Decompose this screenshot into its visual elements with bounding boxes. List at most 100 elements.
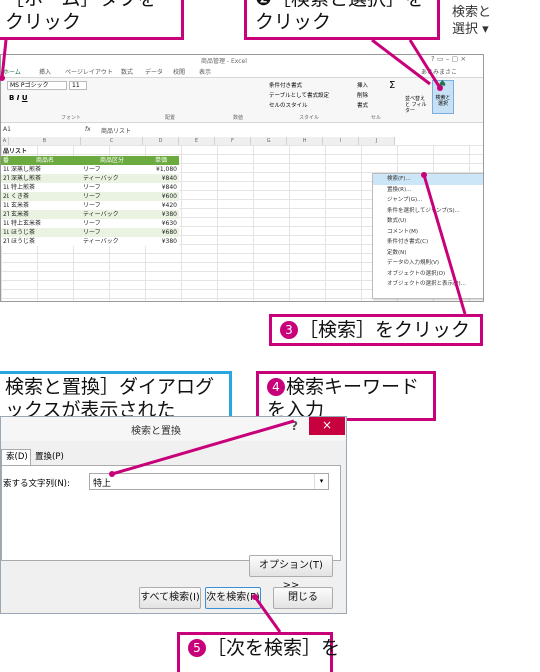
menu-item[interactable]: 置換(R)... (373, 185, 483, 196)
tab-replace[interactable]: 置換(P) (35, 450, 64, 464)
table-cell[interactable]: 深蒸し煎茶 (9, 174, 81, 183)
table-cell[interactable]: ティーバック (81, 237, 143, 246)
menu-item[interactable]: データの入力規則(V) (373, 258, 483, 269)
insert-btn[interactable]: 挿入 (357, 81, 368, 89)
table-title[interactable]: 品リスト (1, 147, 29, 156)
table-cell[interactable]: ¥600 (143, 192, 179, 201)
menu-item[interactable]: 数式(U) (373, 216, 483, 227)
options-button[interactable]: オプション(T) >> (249, 555, 333, 591)
close-icon[interactable]: × (309, 417, 345, 435)
table-cell[interactable]: 1L (1, 183, 9, 192)
format-btn[interactable]: 書式 (357, 101, 368, 109)
table-cell[interactable]: 2T (1, 210, 9, 219)
table-cell[interactable]: ¥840 (143, 183, 179, 192)
conditional-format-btn[interactable]: 条件付き書式 (269, 81, 302, 89)
col-header-F[interactable]: F (215, 137, 251, 145)
menu-item[interactable]: コメント(M) (373, 227, 483, 238)
close-button[interactable]: 閉じる (273, 587, 333, 609)
table-cell[interactable]: リーフ (81, 183, 143, 192)
col-header-I[interactable]: I (323, 137, 359, 145)
table-cell[interactable]: 2T (1, 237, 9, 246)
table-cell[interactable]: 1L (1, 228, 9, 237)
search-input[interactable]: 特上 ▾ (89, 473, 329, 490)
table-cell[interactable]: ¥1,080 (143, 165, 179, 174)
table-cell[interactable]: リーフ (81, 165, 143, 174)
delete-btn[interactable]: 削除 (357, 91, 368, 99)
table-cell[interactable]: ¥420 (143, 201, 179, 210)
table-cell[interactable]: ¥680 (143, 228, 179, 237)
help-icon[interactable]: ? (291, 419, 298, 433)
table-cell[interactable]: リーフ (81, 201, 143, 210)
group-style-label: スタイル (299, 115, 320, 121)
menu-item[interactable]: 条件を選択してジャンプ(S)... (373, 206, 483, 217)
col-header-J[interactable]: J (359, 137, 395, 145)
col-header-A[interactable]: A (1, 137, 9, 145)
col-header-D[interactable]: D (143, 137, 179, 145)
table-cell[interactable]: ほうじ茶 (9, 228, 81, 237)
tab-find[interactable]: 索(D) (1, 449, 31, 465)
table-cell[interactable]: ティーバック (81, 174, 143, 183)
col-header-B[interactable]: B (9, 137, 81, 145)
find-select-line1: 検索と (452, 5, 492, 20)
sort-filter-btn[interactable]: 並べ替えと フィルター (405, 96, 429, 114)
cell-style-btn[interactable]: セルのスタイル (269, 101, 308, 109)
menu-item[interactable]: 条件付き書式(C) (373, 237, 483, 248)
table-cell[interactable]: 2T (1, 174, 9, 183)
table-cell[interactable]: 玄米茶 (9, 210, 81, 219)
formula-input[interactable]: 商品リスト (101, 126, 131, 135)
table-cell[interactable]: 1L (1, 219, 9, 228)
name-box[interactable]: A1 (3, 126, 25, 133)
table-cell[interactable]: リーフ (81, 192, 143, 201)
sum-icon[interactable]: Σ (389, 80, 395, 91)
col-header-C[interactable]: C (81, 137, 143, 145)
table-cell[interactable]: くき茶 (9, 192, 81, 201)
menu-item[interactable]: 定数(N) (373, 248, 483, 259)
table-cell[interactable]: 1L (1, 201, 9, 210)
font-size-box[interactable]: 11 (69, 81, 87, 90)
bold-italic-underline[interactable]: B I U (9, 94, 28, 102)
find-select-button[interactable]: 検索と 選択 ▾ (452, 4, 522, 38)
callout-dialog-shown: 検索と置換］ダイアログ ックスが表示された (0, 371, 232, 421)
window-controls[interactable]: ? ▭ – ▢ × (431, 55, 466, 63)
table-cell[interactable]: ¥380 (143, 237, 179, 246)
header-category[interactable]: 商品区分 (81, 156, 143, 165)
table-cell[interactable]: 1L (1, 165, 9, 174)
table-cell[interactable]: ティーバック (81, 210, 143, 219)
tab-review[interactable]: 校閲 (173, 67, 185, 76)
table-cell[interactable]: 2L (1, 192, 9, 201)
table-cell[interactable]: リーフ (81, 228, 143, 237)
find-select-ribbon-btn[interactable]: ♠ 検索と 選択 (432, 80, 454, 114)
dropdown-arrow-icon[interactable]: ▾ (314, 474, 328, 489)
ribbon-body: MS Pゴシック 11 B I U フォント 配置 数値 スタイル セル 条件付… (1, 77, 483, 123)
find-all-button[interactable]: すべて検索(I) (139, 587, 201, 609)
table-cell[interactable]: 深蒸し煎茶 (9, 165, 81, 174)
table-cell[interactable]: 特上玄米茶 (9, 219, 81, 228)
table-cell[interactable]: ¥630 (143, 219, 179, 228)
menu-item[interactable]: 検索(F)... (373, 174, 483, 185)
tab-formulas[interactable]: 数式 (121, 67, 133, 76)
menu-item[interactable]: オブジェクトの選択(O) (373, 269, 483, 280)
menu-item[interactable]: ジャンプ(G)... (373, 195, 483, 206)
tab-view[interactable]: 表示 (199, 67, 211, 76)
header-name[interactable]: 商品名 (9, 156, 81, 165)
header-price[interactable]: 単価 (143, 156, 179, 165)
table-cell[interactable]: リーフ (81, 219, 143, 228)
table-cell[interactable]: ほうじ茶 (9, 237, 81, 246)
tab-insert[interactable]: 挿入 (39, 67, 51, 76)
menu-item[interactable]: オブジェクトの選択と表示(P)... (373, 279, 483, 290)
table-cell[interactable]: 特上煎茶 (9, 183, 81, 192)
find-next-button[interactable]: 次を検索(F) (205, 587, 261, 609)
table-format-btn[interactable]: テーブルとして書式設定 (269, 91, 329, 99)
tab-data[interactable]: データ (145, 67, 163, 76)
table-cell[interactable]: 玄米茶 (9, 201, 81, 210)
col-header-E[interactable]: E (179, 137, 215, 145)
header-number[interactable]: 番号 (1, 156, 9, 165)
col-header-H[interactable]: H (287, 137, 323, 145)
table-cell[interactable]: ¥380 (143, 210, 179, 219)
font-name-box[interactable]: MS Pゴシック (7, 81, 67, 90)
tab-home[interactable]: ホーム (3, 67, 21, 76)
callout-find-next-text: 5 ［次を検索］を (188, 637, 340, 659)
col-header-G[interactable]: G (251, 137, 287, 145)
tab-page-layout[interactable]: ページレイアウト (65, 67, 113, 76)
table-cell[interactable]: ¥840 (143, 174, 179, 183)
